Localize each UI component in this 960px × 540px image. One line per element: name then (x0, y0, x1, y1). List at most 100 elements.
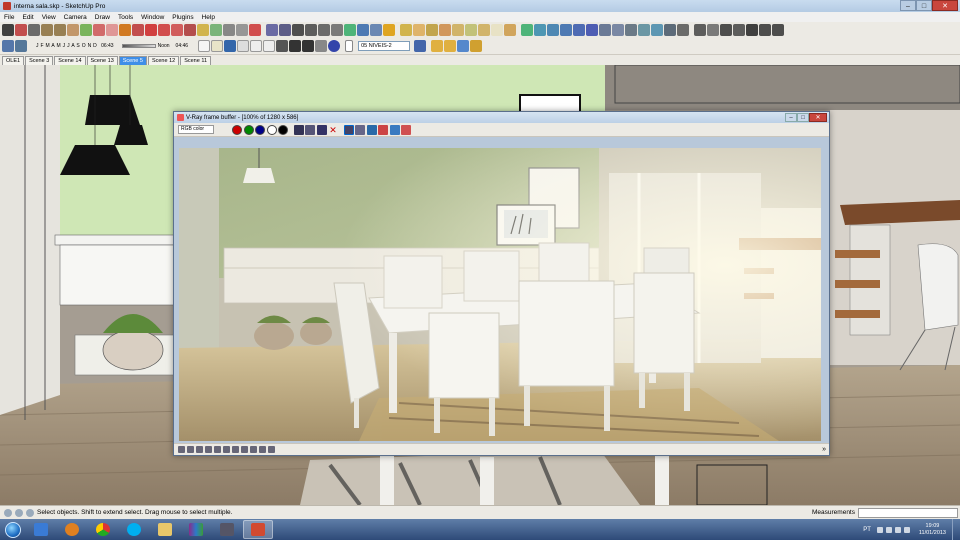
shaded-icon[interactable] (638, 24, 650, 36)
back-view-icon[interactable] (573, 24, 585, 36)
vray-options-icon[interactable] (444, 40, 457, 52)
drape-icon[interactable] (439, 24, 451, 36)
dimension-icon[interactable] (223, 24, 235, 36)
tape-measure-icon[interactable] (197, 24, 209, 36)
pixel-aspect-icon[interactable] (259, 446, 266, 453)
start-button[interactable] (0, 519, 26, 540)
home-icon[interactable] (720, 24, 732, 36)
figure-icon[interactable] (772, 24, 784, 36)
close-button[interactable]: ✕ (932, 0, 958, 11)
menu-view[interactable]: View (38, 14, 60, 21)
vray-material-icon[interactable] (457, 40, 470, 52)
vray-maximize-button[interactable]: □ (797, 113, 809, 122)
taskbar-sketchup-hidden[interactable] (212, 520, 242, 539)
color-correction-icon[interactable] (401, 124, 411, 135)
menu-camera[interactable]: Camera (60, 14, 91, 21)
open-icon[interactable] (211, 40, 224, 52)
previous-view-icon[interactable] (331, 24, 343, 36)
curve-icon[interactable] (223, 446, 230, 453)
stop-render-icon[interactable] (378, 124, 388, 135)
smoove-icon[interactable] (413, 24, 425, 36)
maximize-button[interactable]: □ (916, 0, 932, 11)
credits-icon[interactable] (15, 508, 23, 517)
vray-minimize-button[interactable]: – (785, 113, 797, 122)
flag-icon[interactable] (903, 526, 910, 533)
pencil-icon[interactable] (15, 24, 27, 36)
clock[interactable]: 19:09 11/01/2013 (919, 523, 946, 537)
taskbar-media-player[interactable] (57, 520, 87, 539)
menu-draw[interactable]: Draw (91, 14, 114, 21)
menu-help[interactable]: Help (198, 14, 219, 21)
stamp-icon[interactable] (426, 24, 438, 36)
line-icon[interactable] (28, 24, 40, 36)
outer-shell-icon[interactable] (491, 24, 503, 36)
menu-tools[interactable]: Tools (114, 14, 137, 21)
layer-select[interactable]: 05 NIVEIS-2 (358, 41, 411, 51)
redo-icon[interactable] (302, 40, 315, 52)
channel-select[interactable]: RGB color (178, 125, 214, 134)
shadow-time-slider[interactable] (121, 44, 156, 48)
footprint-icon[interactable] (746, 24, 758, 36)
layer-manager-icon[interactable] (414, 40, 427, 52)
iso-view-icon[interactable] (521, 24, 533, 36)
vray-frame-buffer-window[interactable]: V-Ray frame buffer - [100% of 1280 x 586… (173, 111, 830, 456)
xray-icon[interactable] (599, 24, 611, 36)
clear-image-icon[interactable]: ✕ (328, 125, 338, 135)
volume-icon[interactable] (894, 526, 901, 533)
scale-icon[interactable] (171, 24, 183, 36)
cut-icon[interactable] (237, 40, 250, 52)
green-channel-icon[interactable] (243, 124, 254, 135)
layer-check-icon[interactable] (345, 40, 354, 52)
taskbar-sketchup[interactable] (243, 520, 273, 539)
help-icon[interactable] (26, 508, 34, 517)
sketchup-app-icon[interactable] (3, 2, 11, 10)
menu-plugins[interactable]: Plugins (168, 14, 197, 21)
page-icon[interactable] (198, 40, 211, 52)
move-icon[interactable] (145, 24, 157, 36)
polygon-icon[interactable] (80, 24, 92, 36)
menu-window[interactable]: Window (137, 14, 168, 21)
taskbar-winrar[interactable] (181, 520, 211, 539)
mono-channel-icon[interactable] (278, 124, 288, 135)
component-icon[interactable] (2, 40, 14, 52)
zoom-window-icon[interactable] (305, 24, 317, 36)
circle-icon[interactable] (54, 24, 66, 36)
menu-file[interactable]: File (0, 14, 18, 21)
flip-edge-icon[interactable] (465, 24, 477, 36)
add-detail-icon[interactable] (452, 24, 464, 36)
shadow-months[interactable]: J F M A M J J A S O N D (36, 43, 97, 49)
orbit-icon[interactable] (266, 24, 278, 36)
save-icon[interactable] (224, 40, 237, 52)
text-icon[interactable] (236, 24, 248, 36)
taskbar-chrome[interactable] (88, 520, 118, 539)
stamp-icon[interactable] (268, 446, 275, 453)
front-view-icon[interactable] (547, 24, 559, 36)
tab-scene-12[interactable]: Scene 12 (147, 56, 180, 65)
tray-arrow-icon[interactable] (876, 526, 883, 533)
history-icon[interactable] (389, 124, 400, 135)
compare-icon[interactable] (250, 446, 257, 453)
srgb-icon[interactable] (196, 446, 203, 453)
intersect-icon[interactable] (504, 24, 516, 36)
vray-render-icon[interactable] (431, 40, 444, 52)
exposure-icon[interactable] (232, 446, 239, 453)
show-desktop-button[interactable] (952, 519, 960, 540)
histogram-icon[interactable] (241, 446, 248, 453)
house-icon[interactable] (733, 24, 745, 36)
arc-icon[interactable] (67, 24, 79, 36)
lut-icon[interactable] (187, 446, 194, 453)
offset-icon[interactable] (184, 24, 196, 36)
walk-path-icon[interactable] (759, 24, 771, 36)
info-icon[interactable] (205, 446, 212, 453)
render-last-icon[interactable] (366, 124, 377, 135)
vray-close-button[interactable]: ✕ (809, 113, 827, 122)
freehand-icon[interactable] (93, 24, 105, 36)
tab-scene-11[interactable]: Scene 11 (180, 56, 212, 65)
taskbar-folder[interactable] (150, 520, 180, 539)
zoom-extents-icon[interactable] (318, 24, 330, 36)
solid-tools-icon[interactable] (478, 24, 490, 36)
top-view-icon[interactable] (534, 24, 546, 36)
levels-icon[interactable] (214, 446, 221, 453)
menu-edit[interactable]: Edit (18, 14, 37, 21)
warehouse-icon[interactable] (677, 24, 689, 36)
